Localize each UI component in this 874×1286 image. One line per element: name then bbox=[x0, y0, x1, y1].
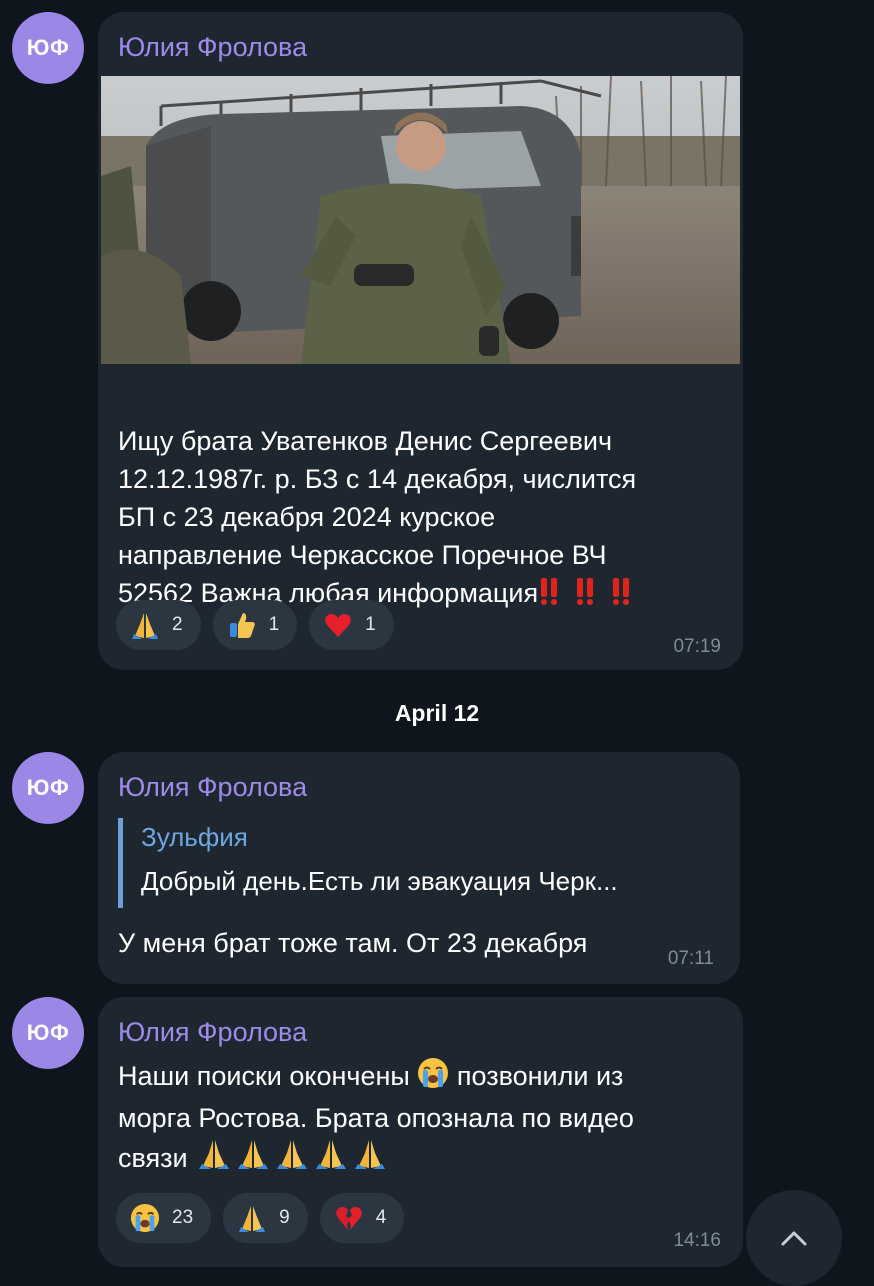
reactions: 2 1 1 bbox=[116, 600, 394, 650]
reaction-folded-hands[interactable]: 2 bbox=[116, 600, 201, 650]
loudly-crying-face-icon bbox=[130, 1203, 160, 1233]
reaction-count: 2 bbox=[172, 614, 183, 635]
soldier-near-military-van-photo[interactable] bbox=[101, 76, 740, 364]
folded-hands-icon bbox=[132, 613, 158, 639]
reactions: 23 9 4 bbox=[116, 1193, 405, 1243]
reaction-thumbs-up[interactable]: 1 bbox=[212, 600, 298, 650]
reaction-count: 9 bbox=[279, 1207, 290, 1228]
red-heart-icon bbox=[325, 614, 351, 637]
thumbs-up-icon bbox=[229, 613, 255, 638]
reply-author: Зульфия bbox=[141, 822, 248, 852]
message-bubble[interactable]: Юлия Фролова Зульфия Добрый день.Есть ли… bbox=[98, 752, 740, 984]
reaction-count: 23 bbox=[172, 1207, 194, 1228]
message-bubble[interactable]: Юлия Фролова Наши поиски окончены позвон… bbox=[98, 997, 743, 1267]
broken-heart-icon bbox=[335, 1206, 362, 1230]
avatar[interactable]: ЮФ bbox=[12, 752, 84, 824]
chevron-up-icon bbox=[781, 1231, 807, 1246]
double-exclamation-icon bbox=[538, 576, 574, 616]
message-time: 14:16 bbox=[673, 1230, 721, 1251]
date-separator: April 12 bbox=[394, 700, 480, 726]
message-bubble[interactable]: Юлия Фролова Ищу брата Уватенков Денис С… bbox=[98, 12, 743, 670]
loudly-crying-face-icon bbox=[417, 1057, 449, 1099]
double-exclamation-icon bbox=[574, 576, 610, 616]
message-time: 07:11 bbox=[667, 948, 714, 969]
reaction-red-heart[interactable]: 1 bbox=[309, 600, 394, 650]
reaction-broken-heart[interactable]: 4 bbox=[319, 1193, 405, 1243]
reaction-count: 1 bbox=[268, 614, 280, 635]
reaction-folded-hands[interactable]: 9 bbox=[223, 1193, 308, 1243]
reply-quote[interactable]: Зульфия Добрый день.Есть ли эвакуация Че… bbox=[118, 818, 688, 908]
message-text[interactable]: Ищу брата Уватенков Денис Сергеевич 12.1… bbox=[118, 384, 728, 616]
message-text[interactable]: Наши поиски окончены позвонили из морга … bbox=[118, 1057, 733, 1181]
folded-hands-icon bbox=[239, 1206, 266, 1232]
sender-name[interactable]: Юлия Фролова bbox=[118, 1017, 307, 1048]
reaction-count: 4 bbox=[375, 1207, 387, 1228]
sender-name[interactable]: Юлия Фролова bbox=[118, 772, 307, 803]
double-exclamation-icon bbox=[610, 576, 646, 616]
reaction-loudly-crying-face[interactable]: 23 bbox=[116, 1193, 212, 1243]
message-time: 07:19 bbox=[673, 636, 721, 657]
reaction-count: 1 bbox=[365, 614, 376, 635]
scroll-button[interactable] bbox=[746, 1190, 842, 1286]
folded-hands-icon bbox=[195, 1137, 391, 1181]
reply-text: Добрый день.Есть ли эвакуация Черк... bbox=[141, 866, 618, 896]
message-text[interactable]: У меня брат тоже там. От 23 декабря bbox=[118, 924, 587, 962]
avatar[interactable]: ЮФ bbox=[12, 997, 84, 1069]
avatar[interactable]: ЮФ bbox=[12, 12, 84, 84]
sender-name[interactable]: Юлия Фролова bbox=[118, 32, 307, 63]
